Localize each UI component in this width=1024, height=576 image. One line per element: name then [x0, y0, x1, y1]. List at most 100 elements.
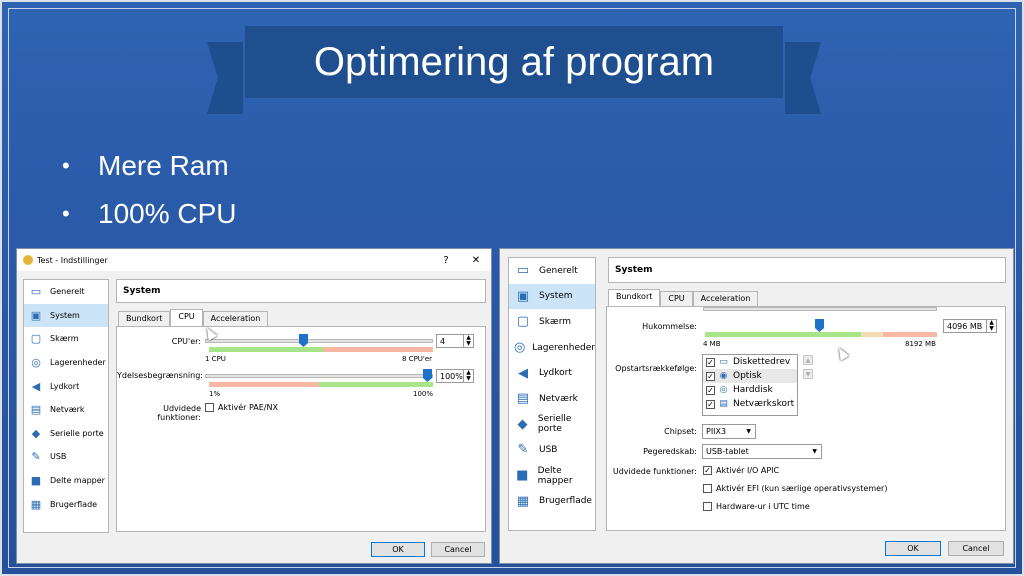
sidebar-item-delte-mapper[interactable]: ■ Delte mapper — [509, 463, 595, 489]
cap-spinner[interactable]: 100% ▲ ▼ — [436, 369, 474, 383]
title-banner: Optimering af program — [245, 26, 783, 98]
utc-checkbox[interactable]: Hardware-ur i UTC time — [703, 502, 810, 511]
tab-bar: Bundkort CPU Acceleration — [118, 309, 269, 326]
sidebar-item-label: Delte mapper — [50, 476, 105, 486]
checkbox-checked[interactable]: ✓ — [706, 357, 715, 367]
sidebar-item-lydkort[interactable]: ◀ Lydkort — [24, 374, 108, 398]
sidebar-item-usb[interactable]: ✎ USB — [24, 445, 108, 469]
ext-label: Udvidede funktioner: — [612, 467, 697, 476]
pointing-device-select[interactable]: USB-tablet ▼ — [702, 444, 822, 459]
cpu-label: CPU'er: — [171, 337, 201, 346]
sidebar-item-serielle-porte[interactable]: ◆ Serielle porte — [509, 412, 595, 438]
sidebar-item-serielle-porte[interactable]: ◆ Serielle porte — [24, 422, 108, 446]
cap-scale-red — [209, 382, 319, 387]
memory-min-label: 4 MB — [703, 340, 721, 348]
boot-item-floppy[interactable]: ✓ ▭ Diskettedrev — [703, 355, 797, 369]
optical-disc-icon: ◉ — [719, 370, 728, 381]
sidebar-item-label: Generelt — [539, 265, 578, 276]
sidebar-item-brugerflade[interactable]: ▦ Brugerflade — [509, 488, 595, 514]
chipset-value: PIIX3 — [706, 427, 727, 436]
spinner-arrows-icon[interactable]: ▲ ▼ — [463, 335, 473, 347]
memory-slider-track[interactable] — [703, 307, 937, 311]
tab-bundkort[interactable]: Bundkort — [608, 289, 661, 306]
cpu-slider-track[interactable] — [205, 339, 433, 343]
boot-order-list[interactable]: ✓ ▭ Diskettedrev ✓ ◉ Optisk ✓ ◎ Harddisk ✓ ▤ Net… — [702, 354, 798, 416]
sidebar-item-skaerm[interactable]: ▢ Skærm — [24, 327, 108, 351]
sidebar-item-lagerenheder[interactable]: ◎ Lagerenheder — [24, 351, 108, 375]
window-titlebar: Test - Indstillinger ? ✕ — [17, 249, 491, 271]
cancel-button[interactable]: Cancel — [431, 542, 485, 557]
usb-icon: ✎ — [31, 450, 41, 464]
ioapic-checkbox[interactable]: ✓ Aktivér I/O APIC — [703, 466, 779, 475]
checkbox-box[interactable] — [703, 484, 712, 493]
checkbox-box[interactable] — [205, 403, 214, 412]
sidebar-item-system[interactable]: ▣ System — [24, 303, 108, 328]
tab-bar: Bundkort CPU Acceleration — [608, 289, 759, 306]
cap-max-label: 100% — [413, 390, 434, 398]
sidebar-item-usb[interactable]: ✎ USB — [509, 437, 595, 463]
folder-icon: ■ — [516, 468, 529, 484]
pae-checkbox[interactable]: Aktivér PAE/NX — [205, 403, 278, 412]
tab-acceleration[interactable]: Acceleration — [692, 291, 759, 306]
efi-checkbox[interactable]: Aktivér EFI (kun særlige operativsysteme… — [703, 484, 887, 493]
memory-max-label: 8192 MB — [905, 340, 936, 348]
memory-slider-thumb[interactable] — [815, 319, 824, 332]
network-icon: ▤ — [516, 391, 530, 407]
cpu-max-label: 8 CPU'er — [402, 355, 433, 363]
bullet-dot-icon: • — [62, 201, 70, 226]
spinner-arrows-icon[interactable]: ▲ ▼ — [986, 320, 996, 332]
sidebar-item-generelt[interactable]: ▭ Generelt — [24, 280, 108, 304]
sidebar-item-label: Skærm — [50, 334, 79, 344]
spinner-arrows-icon[interactable]: ▲ ▼ — [463, 370, 473, 382]
sidebar-item-lydkort[interactable]: ◀ Lydkort — [509, 360, 595, 386]
chipset-select[interactable]: PIIX3 ▼ — [702, 424, 756, 439]
panel-title: System — [116, 279, 486, 303]
sidebar-item-label: Lagerenheder — [532, 342, 595, 353]
tab-cpu[interactable]: CPU — [660, 291, 693, 306]
help-button[interactable]: ? — [431, 255, 461, 266]
tab-bundkort[interactable]: Bundkort — [118, 311, 171, 326]
checkbox-checked[interactable]: ✓ — [706, 371, 715, 381]
memory-spinner[interactable]: 4096 MB ▲ ▼ — [943, 319, 997, 333]
sidebar-item-lagerenheder[interactable]: ◎ Lagerenheder — [509, 335, 595, 361]
display-icon: ▢ — [30, 332, 42, 346]
sidebar-item-skaerm[interactable]: ▢ Skærm — [509, 309, 595, 335]
sidebar-item-netvaerk[interactable]: ▤ Netværk — [24, 398, 108, 422]
memory-scale-green — [705, 332, 861, 337]
sidebar-item-system[interactable]: ▣ System — [509, 283, 595, 310]
sidebar-item-netvaerk[interactable]: ▤ Netværk — [509, 386, 595, 412]
cpu-count-spinner[interactable]: 4 ▲ ▼ — [436, 334, 474, 348]
cap-slider-track[interactable] — [205, 374, 433, 378]
move-up-icon[interactable]: ▲ — [803, 355, 813, 365]
boot-item-optical[interactable]: ✓ ◉ Optisk — [703, 369, 797, 383]
cpu-count-value: 4 — [440, 336, 446, 346]
speaker-icon: ◀ — [518, 365, 528, 381]
ok-button[interactable]: OK — [885, 541, 941, 556]
cpu-slider-thumb[interactable] — [299, 334, 308, 347]
sidebar-item-generelt[interactable]: ▭ Generelt — [509, 258, 595, 284]
bullet-item: • Mere Ram — [62, 142, 237, 190]
bullet-text: 100% CPU — [98, 198, 237, 229]
boot-item-network[interactable]: ✓ ▤ Netværkskort — [703, 397, 797, 411]
checkbox-checked[interactable]: ✓ — [703, 466, 712, 475]
sidebar-item-label: Skærm — [539, 316, 572, 327]
tab-cpu[interactable]: CPU — [170, 309, 203, 326]
tab-acceleration[interactable]: Acceleration — [202, 311, 269, 326]
sidebar-item-brugerflade[interactable]: ▦ Brugerflade — [24, 492, 108, 516]
speaker-icon: ◀ — [31, 379, 41, 393]
network-icon: ▤ — [719, 398, 728, 409]
checkbox-checked[interactable]: ✓ — [706, 399, 715, 409]
boot-item-label: Diskettedrev — [733, 357, 791, 367]
checkbox-box[interactable] — [703, 502, 712, 511]
close-button[interactable]: ✕ — [461, 255, 491, 266]
boot-item-harddisk[interactable]: ✓ ◎ Harddisk — [703, 383, 797, 397]
sidebar-item-delte-mapper[interactable]: ■ Delte mapper — [24, 469, 108, 493]
pointing-device-label: Pegeredskab: — [643, 447, 697, 456]
ok-button[interactable]: OK — [371, 542, 425, 557]
cap-label: Ydelsesbegrænsning: — [117, 371, 203, 380]
move-down-icon[interactable]: ▼ — [803, 369, 813, 379]
cap-slider-thumb[interactable] — [423, 369, 432, 382]
cancel-button[interactable]: Cancel — [948, 541, 1004, 556]
checkbox-checked[interactable]: ✓ — [706, 385, 715, 395]
memory-scale-yellow — [861, 332, 883, 337]
